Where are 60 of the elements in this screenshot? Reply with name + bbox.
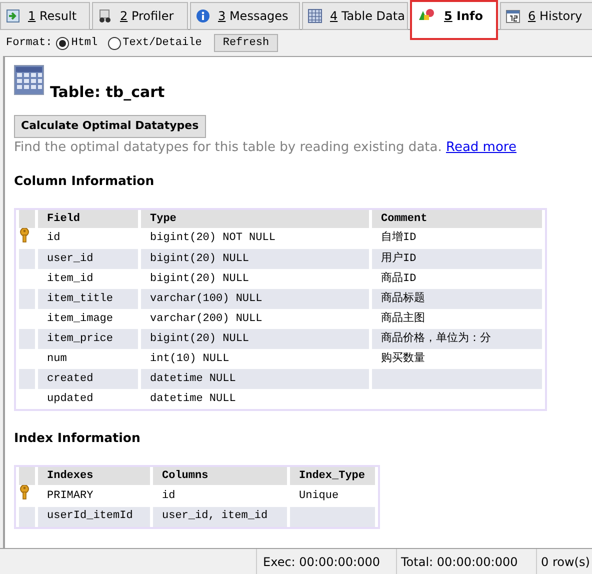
info-icon bbox=[196, 9, 210, 23]
section-heading: Index Information bbox=[14, 429, 142, 448]
tab[interactable]: 6 History bbox=[500, 2, 592, 30]
column-header: Columns bbox=[153, 467, 287, 485]
table-cell: bigint(20) NULL bbox=[150, 273, 250, 285]
read-more-link[interactable]: Read more bbox=[446, 140, 516, 155]
format-label: Format: bbox=[6, 36, 52, 51]
table-cell: bigint(20) NOT NULL bbox=[150, 232, 276, 244]
tab[interactable]: 5 Info bbox=[410, 0, 498, 40]
table-cell: int(10) NULL bbox=[150, 353, 230, 365]
table-icon bbox=[14, 65, 44, 95]
column-header: Comment bbox=[372, 210, 542, 228]
table-cell: 商品价格，单位为：分 bbox=[381, 333, 491, 345]
tab[interactable]: 4 Table Data bbox=[302, 2, 408, 30]
table-cell: updated bbox=[47, 393, 94, 405]
table-cell: 商品主图 bbox=[381, 313, 425, 325]
table-cell: user_id bbox=[47, 253, 94, 265]
tab[interactable]: 3 Messages bbox=[190, 2, 300, 30]
column-header: Index_Type bbox=[290, 467, 375, 485]
table-cell: Unique bbox=[299, 490, 339, 502]
table-cell: num bbox=[47, 353, 67, 365]
table-cell: 商品标题 bbox=[381, 293, 425, 305]
shapes-icon bbox=[418, 7, 436, 21]
section-heading: Column Information bbox=[14, 172, 156, 190]
table-cell: created bbox=[47, 373, 94, 385]
table-cell: varchar(100) NULL bbox=[150, 293, 262, 305]
column-header: Indexes bbox=[38, 467, 150, 485]
exec-time: Exec: 00:00:00:000 bbox=[256, 549, 396, 574]
table-cell: item_price bbox=[47, 333, 114, 345]
total-time: Total: 00:00:00:000 bbox=[396, 549, 536, 574]
column-header: Type bbox=[141, 210, 369, 228]
table-cell: item_id bbox=[47, 273, 94, 285]
table-cell: user_id, item_id bbox=[162, 510, 268, 522]
table-cell: id bbox=[162, 490, 176, 502]
table-cell: varchar(200) NULL bbox=[150, 313, 262, 325]
row-count: 0 row(s) bbox=[536, 549, 592, 574]
tab[interactable]: 1 Result bbox=[0, 2, 90, 30]
calculate-button[interactable]: Calculate Optimal Datatypes bbox=[14, 115, 206, 138]
format-radio[interactable]: Html bbox=[56, 34, 98, 52]
grid-icon bbox=[308, 9, 322, 23]
table-cell: item_title bbox=[47, 293, 114, 305]
refresh-button[interactable]: Refresh bbox=[214, 34, 278, 52]
table-cell: 商品ID bbox=[381, 273, 416, 285]
column-header: Field bbox=[38, 210, 138, 228]
table-cell: userId_itemId bbox=[47, 510, 133, 522]
table-cell: datetime NULL bbox=[150, 393, 236, 405]
table-cell: bigint(20) NULL bbox=[150, 333, 250, 345]
format-radio[interactable]: Text/Detaile bbox=[108, 34, 202, 52]
table-cell: bigint(20) NULL bbox=[150, 253, 250, 265]
description-text: Find the optimal datatypes for this table by reading existing data. bbox=[14, 140, 442, 155]
tab[interactable]: 2 Profiler bbox=[92, 2, 188, 30]
calendar-icon bbox=[506, 9, 520, 23]
table-title: Table: tb_cart bbox=[50, 83, 165, 101]
table-cell: 用户ID bbox=[381, 253, 416, 265]
table-cell: 自增ID bbox=[381, 232, 416, 244]
table-cell: PRIMARY bbox=[47, 490, 94, 502]
table-cell: id bbox=[47, 232, 60, 244]
table-cell: item_image bbox=[47, 313, 114, 325]
table-cell: datetime NULL bbox=[150, 373, 236, 385]
table-cell: 购买数量 bbox=[381, 353, 425, 365]
